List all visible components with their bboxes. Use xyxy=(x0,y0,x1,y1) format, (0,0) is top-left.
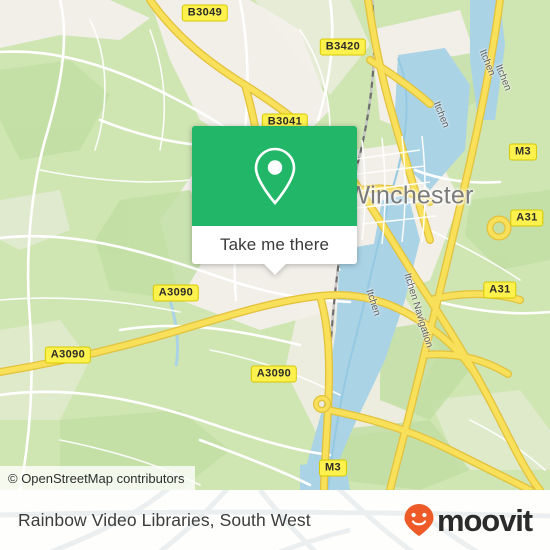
road-shield: A31 xyxy=(483,281,517,299)
popup-pointer-tail xyxy=(263,264,286,275)
osm-attribution: © OpenStreetMap contributors xyxy=(0,466,195,490)
road-shield: B3420 xyxy=(319,38,367,56)
moovit-smiley-pin-icon xyxy=(404,504,434,536)
destination-popup-card[interactable]: Take me there xyxy=(192,126,357,275)
road-shield: M3 xyxy=(318,459,348,477)
road-shield: A3090 xyxy=(152,284,200,302)
moovit-logo[interactable]: moovit xyxy=(403,502,533,538)
osm-attribution-text: © OpenStreetMap contributors xyxy=(8,470,185,486)
road-shield: A3090 xyxy=(250,365,298,383)
moovit-wordmark: moovit xyxy=(436,502,533,538)
place-label: Winchester xyxy=(346,181,474,210)
popup-icon-area xyxy=(192,126,357,226)
popup-action-bar[interactable]: Take me there xyxy=(192,226,357,275)
map-pin-icon xyxy=(254,147,295,205)
take-me-there-label[interactable]: Take me there xyxy=(220,235,329,255)
venue-title: Rainbow Video Libraries, South West xyxy=(18,509,311,530)
road-shield: M3 xyxy=(508,143,538,161)
moovit-map-screenshot: © OpenStreetMap contributors Winchester I… xyxy=(0,0,550,550)
road-shield: A31 xyxy=(510,209,544,227)
road-shield: B3049 xyxy=(181,4,229,22)
footer-bar: Rainbow Video Libraries, South West moov… xyxy=(0,490,550,550)
road-shield: A3090 xyxy=(44,346,92,364)
